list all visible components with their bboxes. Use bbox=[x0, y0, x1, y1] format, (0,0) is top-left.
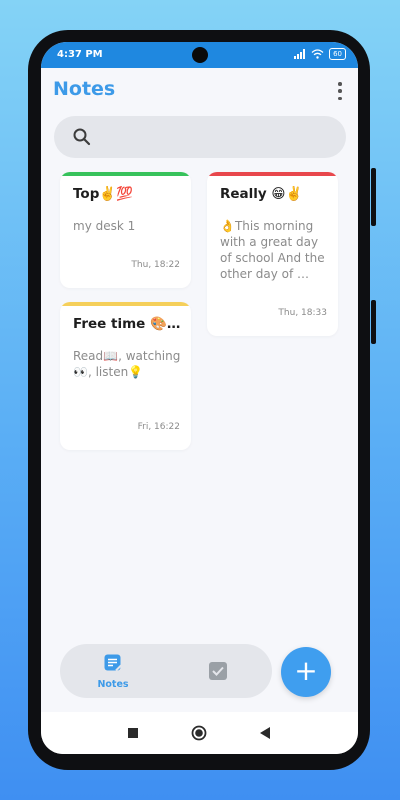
volume-button bbox=[371, 168, 376, 226]
nav-tasks-tab[interactable] bbox=[208, 661, 228, 685]
wifi-icon bbox=[311, 49, 324, 59]
note-color-bar bbox=[60, 172, 191, 176]
note-body: 👌This morning with a great day of school… bbox=[220, 219, 325, 281]
nav-notes-label: Notes bbox=[97, 679, 129, 690]
note-date: Thu, 18:33 bbox=[278, 308, 327, 318]
status-icons: 60 bbox=[294, 48, 346, 60]
battery-icon: 60 bbox=[329, 48, 346, 60]
note-date: Fri, 16:22 bbox=[137, 422, 180, 432]
power-button bbox=[371, 300, 376, 344]
note-color-bar bbox=[60, 302, 191, 306]
search-input[interactable] bbox=[102, 124, 332, 150]
note-body: Read📖, watching👀, listen💡 bbox=[73, 349, 181, 379]
bottom-nav: Notes bbox=[60, 644, 272, 698]
note-card[interactable]: Really 😁✌️ 👌This morning with a great da… bbox=[207, 172, 338, 336]
note-date: Thu, 18:22 bbox=[131, 260, 180, 270]
note-body: my desk 1 bbox=[73, 219, 136, 233]
status-bar: 4:37 PM 60 bbox=[41, 42, 358, 68]
back-icon[interactable] bbox=[259, 727, 271, 739]
more-menu-icon[interactable] bbox=[336, 82, 344, 100]
note-color-bar bbox=[207, 172, 338, 176]
home-icon[interactable] bbox=[191, 725, 207, 741]
signal-icon bbox=[294, 49, 306, 59]
android-nav-bar bbox=[41, 712, 358, 754]
checkbox-icon bbox=[209, 662, 227, 680]
note-card[interactable]: Top✌️💯 my desk 1 Thu, 18:22 bbox=[60, 172, 191, 288]
note-title: Really 😁✌️ bbox=[220, 186, 303, 202]
nav-notes-tab[interactable]: Notes bbox=[90, 651, 136, 691]
search-bar[interactable] bbox=[54, 116, 346, 158]
search-icon bbox=[73, 128, 91, 146]
camera-cutout bbox=[192, 47, 208, 63]
note-title: Free time 🎨🏀… bbox=[73, 316, 183, 332]
app-title: Notes bbox=[53, 78, 116, 100]
recents-icon[interactable] bbox=[128, 728, 138, 738]
note-card[interactable]: Free time 🎨🏀… Read📖, watching👀, listen💡 … bbox=[60, 302, 191, 450]
notes-icon bbox=[104, 654, 122, 672]
screen: 4:37 PM 60 Notes Top✌️💯 my desk 1 Thu, 1… bbox=[41, 42, 358, 754]
note-title: Top✌️💯 bbox=[73, 186, 133, 202]
status-time: 4:37 PM bbox=[57, 49, 103, 60]
add-note-button[interactable]: + bbox=[281, 647, 331, 697]
